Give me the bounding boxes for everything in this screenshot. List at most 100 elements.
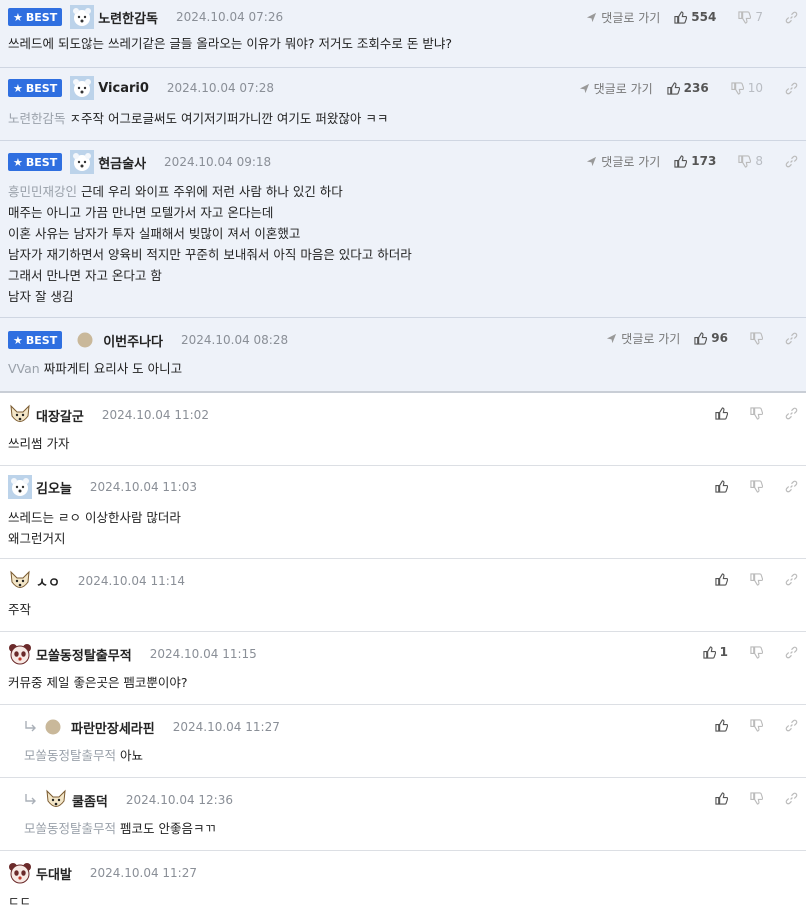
timestamp: 2024.10.04 12:36 <box>125 793 233 807</box>
like-button[interactable]: 173 <box>674 154 716 168</box>
like-button[interactable] <box>715 572 728 586</box>
link-button[interactable] <box>785 407 798 420</box>
thumbs-down-icon <box>750 645 763 659</box>
link-button[interactable] <box>785 155 798 168</box>
mention[interactable]: 흥민민재강인 <box>8 184 77 199</box>
polar-bear-avatar-icon[interactable] <box>70 150 95 174</box>
like-button[interactable] <box>715 718 728 732</box>
link-button[interactable] <box>785 646 798 659</box>
timestamp: 2024.10.04 07:28 <box>166 81 274 95</box>
link-button[interactable] <box>785 719 798 732</box>
best-comment: ★ BEST 노련한감독 2024.10.04 07:26 댓글로 가기 554 … <box>0 0 806 68</box>
link-button[interactable] <box>785 11 798 24</box>
nickname[interactable]: 현금술사 <box>98 153 146 172</box>
comment-header: ★ BEST 노련한감독 2024.10.04 07:26 <box>8 5 284 29</box>
send-arrow-icon <box>579 83 589 93</box>
dislike-button[interactable]: 8 <box>738 154 763 168</box>
nickname[interactable]: 대장갈군 <box>36 406 84 425</box>
mention[interactable]: VVan <box>8 361 40 376</box>
star-icon: ★ <box>13 155 23 169</box>
link-button[interactable] <box>785 480 798 493</box>
dislike-button[interactable] <box>750 572 763 586</box>
nickname[interactable]: 이번주나다 <box>103 331 163 350</box>
comment-text: 노련한감독 ㅈ주작 어그로글써도 여기저기퍼가니깐 여기도 퍼왔잖아 ㅋㅋ <box>8 111 389 126</box>
mention[interactable]: 모쏠동정탈출무적 <box>24 821 116 836</box>
dislike-button[interactable]: 7 <box>738 10 763 24</box>
like-count: 96 <box>711 331 728 345</box>
goto-comment-link[interactable]: 댓글로 가기 <box>579 80 653 97</box>
dislike-button[interactable] <box>750 406 763 420</box>
dog-avatar-icon[interactable] <box>8 569 32 593</box>
dislike-button[interactable] <box>750 718 763 732</box>
link-button[interactable] <box>785 82 798 95</box>
timestamp: 2024.10.04 11:27 <box>172 720 280 734</box>
mention[interactable]: 노련한감독 <box>8 111 66 126</box>
like-button[interactable] <box>715 406 728 420</box>
nickname[interactable]: 모쏠동정탈출무적 <box>36 645 132 664</box>
comment-text: 주작 <box>8 602 32 617</box>
thumbs-up-icon <box>715 791 728 805</box>
goto-comment-link[interactable]: 댓글로 가기 <box>586 153 660 170</box>
default-dot-avatar-icon[interactable] <box>76 331 94 349</box>
dislike-button[interactable] <box>750 331 763 345</box>
timestamp: 2024.10.04 11:02 <box>101 408 209 422</box>
polar-bear-avatar-icon[interactable] <box>70 76 95 100</box>
thumbs-up-icon <box>715 718 728 732</box>
comment-actions: 1 <box>703 643 798 661</box>
nickname[interactable]: 두대발 <box>36 864 72 883</box>
thumbs-up-icon <box>703 645 716 659</box>
mention[interactable]: 모쏠동정탈출무적 <box>24 748 116 763</box>
dislike-button[interactable] <box>750 479 763 493</box>
link-button[interactable] <box>785 332 798 345</box>
timestamp: 2024.10.04 07:26 <box>176 10 284 24</box>
best-comment: ★ BEST Vicari0 2024.10.04 07:28 댓글로 가기 23… <box>0 68 806 141</box>
thumbs-up-icon <box>694 331 708 345</box>
dog-avatar-icon[interactable] <box>44 788 68 812</box>
thumbs-down-icon <box>738 154 752 168</box>
nickname[interactable]: 쿨좀덕 <box>72 791 108 810</box>
nickname[interactable]: 파란만장세라핀 <box>71 718 155 737</box>
timestamp: 2024.10.04 11:03 <box>89 480 197 494</box>
timestamp: 2024.10.04 08:28 <box>181 333 289 347</box>
comment: 대장갈군 2024.10.04 11:02 쓰리썸 가자 <box>0 393 806 466</box>
nickname[interactable]: ㅅㅇ <box>36 572 60 591</box>
like-button[interactable]: 96 <box>694 331 728 345</box>
dislike-button[interactable] <box>750 791 763 805</box>
comment-text: 쓰레드는 ㄹㅇ 이상한사람 많더라 왜그런거지 <box>8 510 181 546</box>
link-button[interactable] <box>785 573 798 586</box>
comment-header: 두대발 2024.10.04 11:27 <box>8 862 197 884</box>
comment-text: 커뮤중 제일 좋은곳은 펨코뿐이야? <box>8 675 188 690</box>
link-icon <box>785 11 798 23</box>
send-arrow-icon <box>607 333 617 343</box>
like-button[interactable]: 236 <box>667 81 709 95</box>
link-icon <box>785 82 798 94</box>
timestamp: 2024.10.04 11:27 <box>89 866 197 880</box>
link-icon <box>785 155 798 167</box>
reply-comment: 파란만장세라핀 2024.10.04 11:27 모쏠동정탈출무적 아뇨 <box>0 705 806 778</box>
nickname[interactable]: 노련한감독 <box>98 8 158 27</box>
comment-header: ★ BEST Vicari0 2024.10.04 07:28 <box>8 76 274 100</box>
comment-actions <box>715 570 798 588</box>
default-dot-avatar-icon[interactable] <box>44 718 62 736</box>
thumbs-up-icon <box>715 479 728 493</box>
best-badge: ★ BEST <box>8 79 63 97</box>
goto-comment-link[interactable]: 댓글로 가기 <box>606 330 680 347</box>
dog-avatar-icon[interactable] <box>8 403 32 427</box>
send-arrow-icon <box>587 156 597 166</box>
dislike-button[interactable]: 10 <box>731 81 763 95</box>
link-button[interactable] <box>785 792 798 805</box>
nickname[interactable]: 김오늘 <box>36 478 72 497</box>
like-button[interactable]: 554 <box>674 10 716 24</box>
polar-bear-avatar-icon[interactable] <box>8 475 32 499</box>
panda-avatar-icon[interactable] <box>8 642 32 666</box>
comment-header: 파란만장세라핀 2024.10.04 11:27 <box>24 716 280 738</box>
like-button[interactable] <box>715 791 728 805</box>
dislike-button[interactable] <box>750 645 763 659</box>
polar-bear-avatar-icon[interactable] <box>70 5 95 29</box>
panda-avatar-icon[interactable] <box>8 861 32 885</box>
goto-comment-link[interactable]: 댓글로 가기 <box>586 9 660 26</box>
like-button[interactable]: 1 <box>703 645 728 659</box>
nickname[interactable]: Vicari0 <box>98 81 149 96</box>
like-button[interactable] <box>715 479 728 493</box>
star-icon: ★ <box>13 333 23 347</box>
